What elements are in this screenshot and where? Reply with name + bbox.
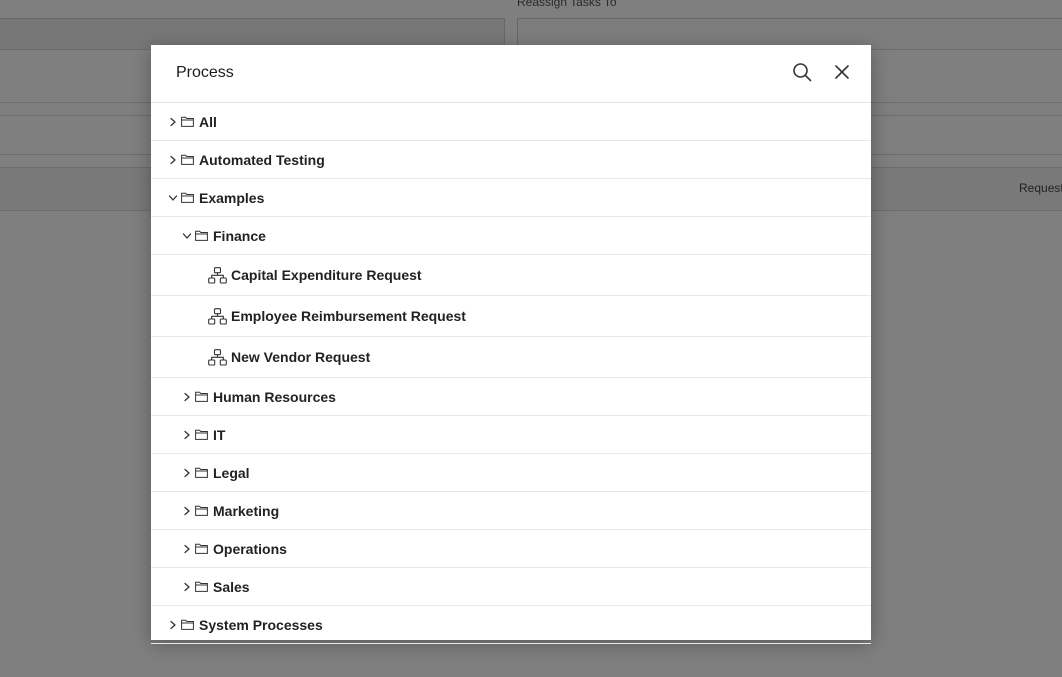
folder-icon bbox=[195, 467, 209, 479]
folder-icon bbox=[195, 543, 209, 555]
folder-icon bbox=[181, 116, 195, 128]
folder-icon bbox=[195, 391, 209, 403]
chevron-right-icon[interactable] bbox=[181, 505, 193, 517]
tree-item-label: Human Resources bbox=[213, 388, 336, 405]
process-flow-icon bbox=[208, 348, 228, 366]
chevron-down-icon[interactable] bbox=[167, 192, 179, 204]
tree-process-capital-expenditure-request[interactable]: Capital Expenditure Request bbox=[151, 255, 871, 296]
process-flow-icon bbox=[208, 307, 228, 325]
tree-item-label: Sales bbox=[213, 578, 250, 595]
tree-process-employee-reimbursement-request[interactable]: Employee Reimbursement Request bbox=[151, 296, 871, 337]
tree-folder-system-processes[interactable]: System Processes bbox=[151, 606, 871, 644]
folder-icon bbox=[181, 619, 195, 631]
close-button[interactable] bbox=[831, 63, 853, 85]
tree-folder-all[interactable]: All bbox=[151, 103, 871, 141]
chevron-right-icon[interactable] bbox=[167, 116, 179, 128]
tree-item-label: New Vendor Request bbox=[231, 349, 371, 365]
chevron-down-icon[interactable] bbox=[181, 230, 193, 242]
tree-folder-examples[interactable]: Examples bbox=[151, 179, 871, 217]
tree-folder-automated-testing[interactable]: Automated Testing bbox=[151, 141, 871, 179]
folder-icon bbox=[181, 192, 195, 204]
tree-item-label: All bbox=[199, 113, 217, 130]
tree-item-label: Marketing bbox=[213, 502, 280, 519]
tree-item-label: IT bbox=[213, 426, 226, 443]
chevron-right-icon[interactable] bbox=[181, 581, 193, 593]
tree-item-label: Operations bbox=[213, 540, 287, 557]
tree-folder-human-resources[interactable]: Human Resources bbox=[151, 378, 871, 416]
tree-folder-legal[interactable]: Legal bbox=[151, 454, 871, 492]
dialog-title: Process bbox=[176, 64, 234, 81]
dialog-header: Process bbox=[151, 45, 871, 103]
tree-process-new-vendor-request[interactable]: New Vendor Request bbox=[151, 337, 871, 378]
tree-item-label: Employee Reimbursement Request bbox=[231, 308, 466, 324]
chevron-right-icon[interactable] bbox=[181, 391, 193, 403]
chevron-right-icon[interactable] bbox=[167, 154, 179, 166]
search-icon bbox=[792, 62, 812, 87]
tree-item-label: Examples bbox=[199, 189, 265, 206]
tree-folder-operations[interactable]: Operations bbox=[151, 530, 871, 568]
process-picker-dialog: Process All Automated Testing Examples Fina… bbox=[151, 45, 871, 644]
tree-folder-marketing[interactable]: Marketing bbox=[151, 492, 871, 530]
process-tree: All Automated Testing Examples Finance Capit… bbox=[151, 103, 871, 644]
folder-icon bbox=[195, 581, 209, 593]
chevron-right-icon[interactable] bbox=[181, 429, 193, 441]
close-icon bbox=[834, 64, 850, 85]
tree-item-label: Automated Testing bbox=[199, 151, 325, 168]
tree-item-label: System Processes bbox=[199, 616, 323, 633]
process-flow-icon bbox=[208, 266, 228, 284]
folder-icon bbox=[181, 154, 195, 166]
search-button[interactable] bbox=[791, 62, 813, 87]
folder-icon bbox=[195, 429, 209, 441]
tree-item-label: Finance bbox=[213, 227, 266, 244]
chevron-right-icon[interactable] bbox=[181, 467, 193, 479]
chevron-right-icon[interactable] bbox=[167, 619, 179, 631]
tree-folder-it[interactable]: IT bbox=[151, 416, 871, 454]
chevron-right-icon[interactable] bbox=[181, 543, 193, 555]
tree-item-label: Legal bbox=[213, 464, 250, 481]
tree-item-label: Capital Expenditure Request bbox=[231, 267, 422, 283]
folder-icon bbox=[195, 230, 209, 242]
tree-folder-finance[interactable]: Finance bbox=[151, 217, 871, 255]
folder-icon bbox=[195, 505, 209, 517]
tree-folder-sales[interactable]: Sales bbox=[151, 568, 871, 606]
